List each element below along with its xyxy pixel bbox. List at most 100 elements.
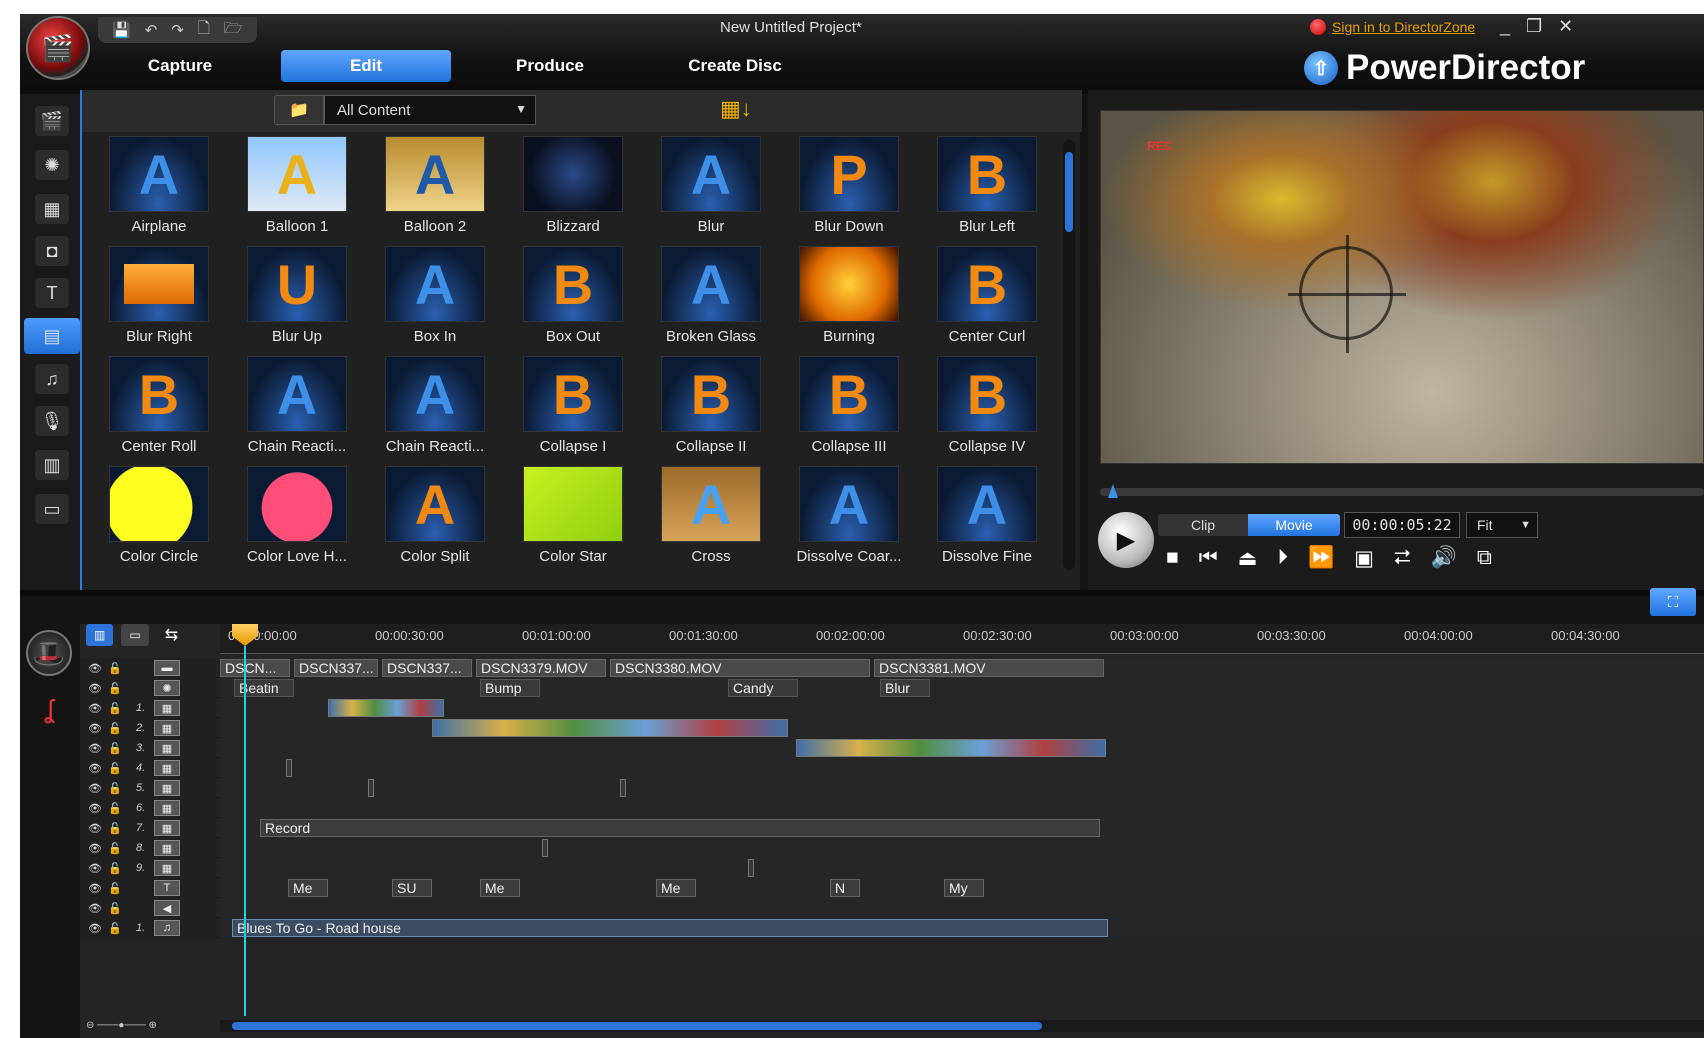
upgrade-icon[interactable]: ⇧	[1304, 51, 1338, 85]
eye-icon[interactable]: 👁	[88, 922, 102, 935]
transition-tile[interactable]: Blizzard	[506, 136, 646, 246]
tab-capture[interactable]: Capture	[95, 50, 265, 82]
eye-icon[interactable]: 👁	[88, 862, 102, 875]
title-clip[interactable]: SU	[392, 879, 432, 897]
eye-icon[interactable]: 👁	[88, 902, 102, 915]
track-lane[interactable]	[220, 718, 1704, 738]
transition-tile[interactable]: B Box Out	[506, 246, 646, 356]
track-lane[interactable]: Me SU Me Me N My	[220, 878, 1704, 898]
track-lane[interactable]: DSCN... DSCN337... DSCN337... DSCN3379.MOV D…	[220, 658, 1704, 678]
transition-tile[interactable]: B Collapse I	[506, 356, 646, 466]
movie-mode-button[interactable]: Movie	[1248, 514, 1340, 536]
track-lane[interactable]	[220, 738, 1704, 758]
magic-wand-icon[interactable]: 🎩	[26, 630, 72, 676]
text-clip[interactable]: Record	[260, 819, 1100, 837]
stop-icon[interactable]: ■	[1166, 546, 1179, 571]
transition-tile[interactable]: A Box In	[368, 246, 508, 356]
maximize-timeline-icon[interactable]: ⛶	[1650, 588, 1696, 616]
eye-icon[interactable]: 👁	[88, 662, 102, 675]
open-project-icon[interactable]: 🗁	[224, 18, 243, 43]
zoom-fit-select[interactable]: Fit ▼	[1466, 512, 1538, 538]
transition-tile[interactable]: U Blur Up	[230, 246, 370, 356]
sticker-clip[interactable]	[748, 859, 754, 877]
track-manager-icon[interactable]: ⇆	[157, 624, 186, 646]
video-clip[interactable]: DSCN337...	[382, 659, 472, 677]
sign-in-label[interactable]: Sign in to DirectorZone	[1332, 19, 1475, 35]
transition-clip[interactable]: Beatin	[234, 679, 294, 697]
transition-tile[interactable]: B Center Curl	[920, 246, 1060, 356]
sticker-clip[interactable]	[542, 839, 548, 857]
title-clip[interactable]: Me	[480, 879, 520, 897]
transition-tile[interactable]: A Color Split	[368, 466, 508, 576]
title-clip[interactable]: N	[830, 879, 860, 897]
audio-clip[interactable]: Blues To Go - Road house	[232, 919, 1108, 937]
transition-tile[interactable]: A Blur	[644, 136, 784, 246]
lock-icon[interactable]: 🔓	[108, 822, 122, 835]
eye-icon[interactable]: 👁	[88, 842, 102, 855]
display-options-icon[interactable]: ⧉	[1477, 546, 1492, 571]
track-lane[interactable]	[220, 778, 1704, 798]
volume-icon[interactable]: 🔊	[1431, 546, 1457, 571]
track-lane[interactable]: Record	[220, 818, 1704, 838]
app-logo[interactable]: 🎬	[26, 16, 90, 80]
storyboard-view-button[interactable]: ▭	[121, 624, 149, 646]
transition-tile[interactable]: A Chain Reacti...	[368, 356, 508, 466]
mark-in-icon[interactable]: ⏏	[1238, 546, 1258, 571]
track-lane[interactable]	[220, 798, 1704, 818]
close-button[interactable]: ✕	[1558, 16, 1573, 37]
track-lane[interactable]	[220, 838, 1704, 858]
media-room-icon[interactable]: 🎬	[35, 106, 69, 136]
pip-objects-room-icon[interactable]: ▦	[35, 194, 69, 224]
panel-splitter[interactable]	[20, 590, 1704, 596]
timeline-view-button[interactable]: ▥	[86, 624, 114, 646]
layout-sort-icon[interactable]: ▦↓	[720, 96, 752, 122]
lock-icon[interactable]: 🔓	[108, 882, 122, 895]
tab-edit[interactable]: Edit	[281, 50, 451, 82]
transition-tile[interactable]: Color Star	[506, 466, 646, 576]
transition-tile[interactable]: A Balloon 1	[230, 136, 370, 246]
snapshot-icon[interactable]: ▣	[1354, 546, 1374, 571]
undock-icon[interactable]: ⮂	[1394, 546, 1411, 571]
video-clip[interactable]: DSCN3381.MOV	[874, 659, 1104, 677]
transition-tile[interactable]: A Balloon 2	[368, 136, 508, 246]
lock-icon[interactable]: 🔓	[108, 762, 122, 775]
transition-tile[interactable]: B Center Roll	[92, 356, 232, 466]
audio-mixing-room-icon[interactable]: ♫	[35, 364, 69, 394]
content-filter-select[interactable]: All Content ▼	[324, 95, 536, 125]
transition-tile[interactable]: Burning	[782, 246, 922, 356]
sign-in-link[interactable]: Sign in to DirectorZone	[1310, 19, 1475, 35]
eye-icon[interactable]: 👁	[88, 802, 102, 815]
timeline-ruler[interactable]: 00:00:00:00 00:00:30:00 00:01:00:00 00:01:3…	[220, 624, 1704, 654]
library-scroll-thumb[interactable]	[1065, 152, 1073, 232]
lock-icon[interactable]: 🔓	[108, 742, 122, 755]
timeline-scroll-thumb[interactable]	[232, 1022, 1042, 1030]
title-room-icon[interactable]: T	[35, 278, 69, 308]
title-clip[interactable]: My	[944, 879, 984, 897]
lock-icon[interactable]: 🔓	[108, 922, 122, 935]
video-clip[interactable]: DSCN3380.MOV	[610, 659, 870, 677]
transition-tile[interactable]: Color Love H...	[230, 466, 370, 576]
transition-tile[interactable]: Color Circle	[92, 466, 232, 576]
lock-icon[interactable]: 🔓	[108, 702, 122, 715]
sticker-clip[interactable]	[286, 759, 292, 777]
transition-tile[interactable]: A Dissolve Fine	[920, 466, 1060, 576]
particle-room-icon[interactable]: ◘	[35, 236, 69, 266]
preview-seek-bar[interactable]	[1100, 488, 1704, 496]
next-frame-icon[interactable]: ⏵	[1277, 546, 1288, 571]
redo-icon[interactable]: ↷	[171, 21, 184, 39]
subtitle-room-icon[interactable]: ▭	[35, 494, 69, 524]
lock-icon[interactable]: 🔓	[108, 902, 122, 915]
clip-mode-button[interactable]: Clip	[1158, 514, 1248, 536]
track-lane[interactable]	[220, 698, 1704, 718]
restore-button[interactable]: ❐	[1526, 16, 1542, 37]
track-lane[interactable]: Beatin Bump Candy Blur	[220, 678, 1704, 698]
transition-tile[interactable]: B Collapse IV	[920, 356, 1060, 466]
track-lane[interactable]	[220, 758, 1704, 778]
video-clip[interactable]: DSCN...	[220, 659, 290, 677]
eye-icon[interactable]: 👁	[88, 762, 102, 775]
fast-forward-icon[interactable]: ⏩	[1308, 546, 1334, 571]
transition-tile[interactable]: B Collapse III	[782, 356, 922, 466]
video-clip[interactable]: DSCN337...	[294, 659, 378, 677]
transition-tile[interactable]: A Broken Glass	[644, 246, 784, 356]
lock-icon[interactable]: 🔓	[108, 802, 122, 815]
